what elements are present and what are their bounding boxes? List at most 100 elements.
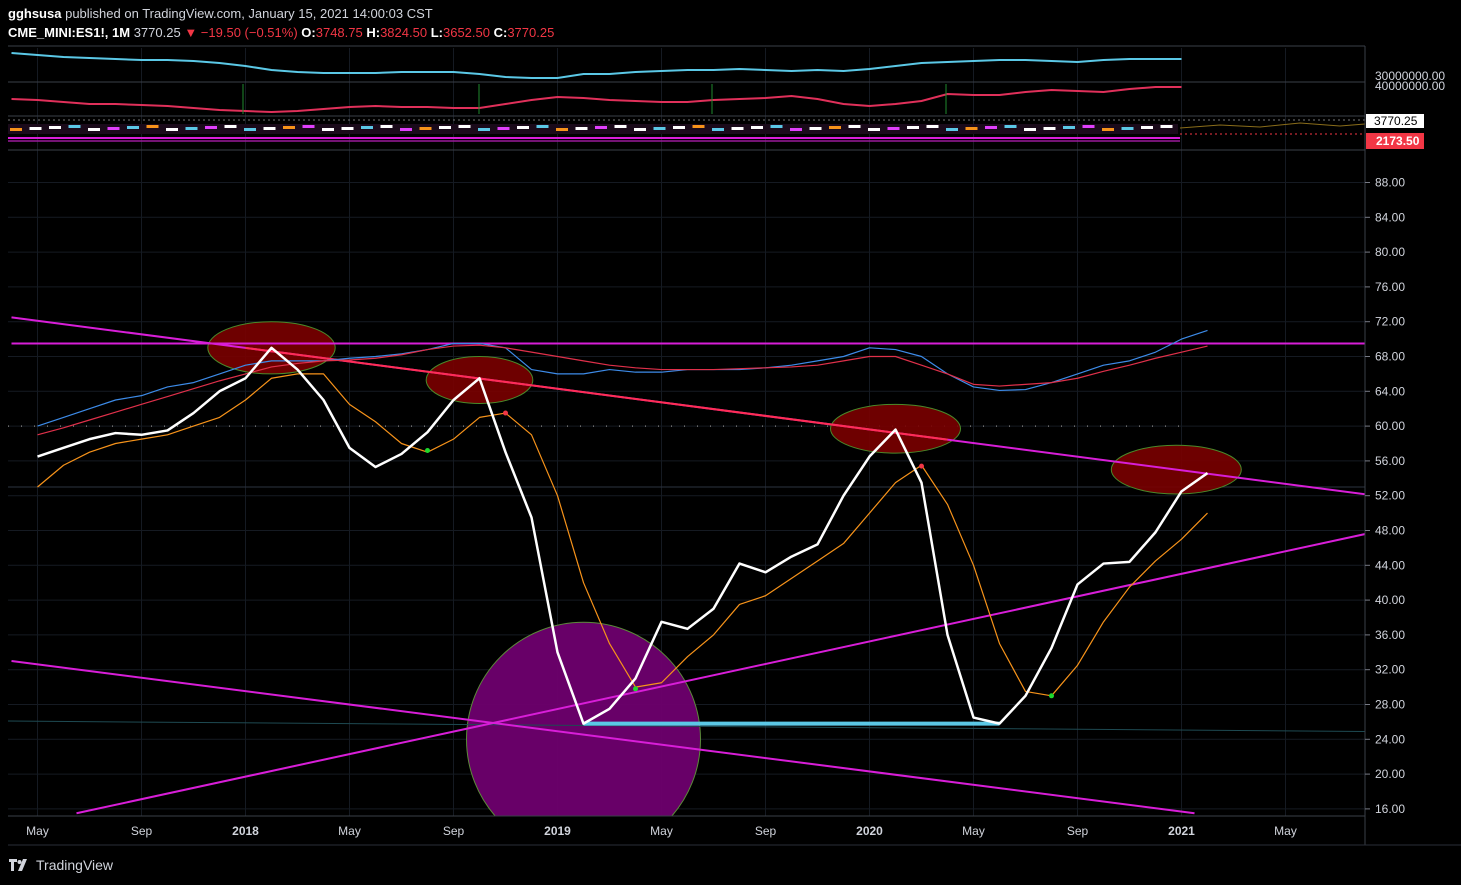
candle	[985, 126, 997, 129]
projection-line	[1179, 122, 1366, 129]
candle	[770, 125, 783, 128]
footer-brand: TradingView	[36, 857, 114, 873]
main-plot	[8, 316, 1365, 816]
plot-area	[8, 316, 1365, 816]
candle	[965, 127, 978, 130]
candle	[1024, 128, 1036, 131]
candle-strip	[8, 124, 1178, 134]
candle	[107, 127, 120, 130]
candle	[829, 126, 841, 129]
y-tick-label: 56.00	[1375, 454, 1405, 468]
y-tick-label: 20.00	[1375, 767, 1405, 781]
y-tick-label: 60.00	[1375, 419, 1405, 433]
candle	[400, 128, 412, 131]
candle	[478, 128, 490, 131]
y-tick-label: 28.00	[1375, 698, 1405, 712]
x-tick-label: May	[650, 824, 673, 838]
candle	[517, 126, 529, 129]
candle	[263, 127, 276, 130]
candle	[283, 126, 295, 129]
chart-canvas[interactable]: 88.00 84.00 80.00 76.00 72.00 68.00 64.00 60.00…	[0, 0, 1461, 885]
y-tick-label: 84.00	[1375, 210, 1405, 224]
candle	[68, 125, 81, 128]
candle	[10, 128, 22, 131]
candle	[166, 128, 178, 131]
price-badge-label: 3770.25	[1374, 114, 1418, 128]
candle	[1102, 128, 1114, 131]
highlight-circle	[466, 621, 701, 816]
y-tick-label: 72.00	[1375, 315, 1405, 329]
upper-panels	[8, 52, 1366, 151]
candle	[1082, 125, 1095, 128]
oscillator-line	[11, 86, 1182, 114]
signal-dot	[503, 410, 508, 416]
x-tick-label: 2019	[544, 824, 571, 838]
x-tick-label: May	[26, 824, 49, 838]
candle	[809, 127, 822, 130]
y-tick-label: 44.00	[1375, 558, 1405, 572]
y-tick-label: 24.00	[1375, 732, 1405, 746]
candle	[887, 127, 900, 130]
candle	[653, 127, 666, 130]
tradingview-footer[interactable]: TradingView	[8, 854, 113, 876]
candle	[712, 128, 724, 131]
low-badge-label: 2173.50	[1376, 134, 1420, 148]
candle	[127, 126, 139, 129]
candle	[1063, 126, 1075, 129]
candle	[205, 126, 217, 129]
signal-dot	[633, 686, 638, 692]
x-tick-label: Sep	[755, 824, 777, 838]
candle	[497, 127, 510, 130]
candle	[790, 128, 802, 131]
y-tick-label: 88.00	[1375, 176, 1405, 190]
volume-line	[11, 52, 1182, 79]
candle	[907, 126, 919, 129]
x-tick-label: 2020	[856, 824, 883, 838]
candle	[29, 127, 42, 130]
y-tick-label: 16.00	[1375, 802, 1405, 816]
y-tick-label: 68.00	[1375, 350, 1405, 364]
candle	[536, 125, 549, 128]
candle	[848, 125, 861, 128]
y-tick-label: 32.00	[1375, 663, 1405, 677]
x-tick-label: Sep	[443, 824, 465, 838]
y-tick-label: 80.00	[1375, 245, 1405, 259]
candle	[868, 128, 880, 131]
signal-dot	[425, 447, 430, 453]
y-tick-label: 76.00	[1375, 280, 1405, 294]
candle	[185, 127, 198, 130]
candle	[341, 127, 354, 130]
candle	[302, 125, 315, 128]
candle	[692, 125, 705, 128]
x-tick-label: 2021	[1168, 824, 1195, 838]
y-tick-label: 40.00	[1375, 593, 1405, 607]
y-tick-label: 48.00	[1375, 524, 1405, 538]
candle	[224, 125, 237, 128]
candle	[595, 126, 607, 129]
candle	[634, 128, 646, 131]
candle	[419, 127, 432, 130]
candle	[322, 128, 334, 131]
x-tick-label: 2018	[232, 824, 259, 838]
y-tick-label: 64.00	[1375, 384, 1405, 398]
candle	[731, 127, 744, 130]
candle	[556, 128, 568, 131]
candle	[439, 126, 451, 129]
candle	[751, 126, 763, 129]
x-tick-label: May	[962, 824, 985, 838]
candle	[946, 128, 958, 131]
candle	[1160, 125, 1173, 128]
tradingview-logo-icon	[9, 859, 27, 871]
candle	[1121, 127, 1134, 130]
candle	[1043, 127, 1056, 130]
candle	[361, 126, 373, 129]
x-tick-label: Sep	[131, 824, 153, 838]
candle	[1004, 125, 1017, 128]
trendline-rising	[76, 533, 1365, 815]
y-tick-label: 36.00	[1375, 628, 1405, 642]
candle	[926, 125, 939, 128]
candle	[88, 128, 100, 131]
panel-label: 40000000.00	[1375, 79, 1445, 93]
signal-dot	[1049, 693, 1054, 699]
candle	[49, 126, 61, 129]
